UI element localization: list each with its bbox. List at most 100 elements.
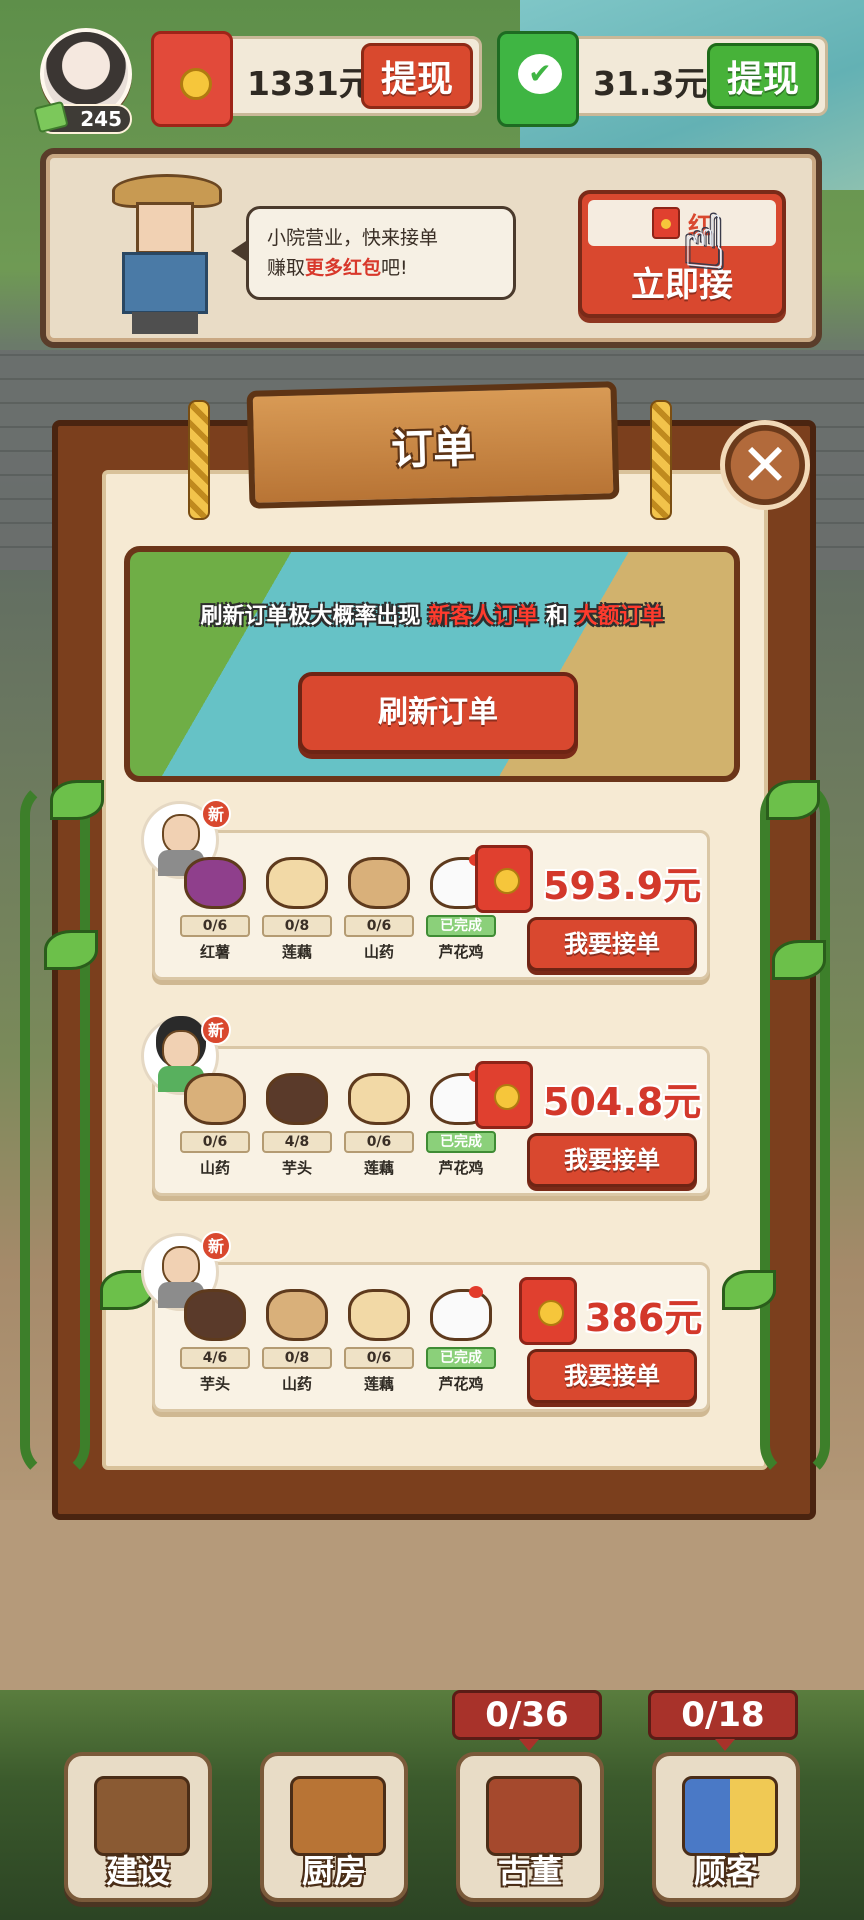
lotus-root-icon [348,1289,410,1341]
order-card: 新 0/6 红薯 0/8 莲藕 0/6 山药 已完成 芦花鸡 593.9元 我要… [141,799,710,980]
order-card: 新 0/6 山药 4/8 芋头 0/6 莲藕 已完成 芦花鸡 504.8元 我要… [141,1015,710,1196]
accept-order-button[interactable]: 我要接单 [527,1133,697,1187]
order-reward: 504.8元 [543,1080,702,1124]
taro-icon [184,1289,246,1341]
wechat-icon [497,31,579,127]
order-panel-title: 订单 [390,422,476,474]
ingredient: 4/8 芋头 [259,1073,335,1178]
red-packet-withdraw-button[interactable]: 提现 [361,43,473,109]
ingredient-name: 莲藕 [281,943,312,961]
ingredient-name: 芋头 [199,1375,230,1393]
red-packet-balance: 1331元 [247,64,372,103]
ingredient: 0/8 莲藕 [259,857,335,962]
speech-line-2: 赚取更多红包吧! [267,257,408,279]
ingredient-name: 莲藕 [363,1159,394,1177]
ingredient-progress: 4/8 [262,1131,332,1153]
ingredient: 0/6 莲藕 [341,1073,417,1178]
background-ground [0,1500,864,1700]
ingredient-name: 山药 [281,1375,312,1393]
cash-icon [33,100,69,134]
leaf-icon [766,780,820,820]
leaf-icon [44,930,98,970]
ingredient: 4/6 芋头 [177,1289,253,1394]
customer-count-badge: 0/18 [648,1690,798,1751]
ingredient-name: 芦花鸡 [438,1159,484,1177]
order-card: 新 4/6 芋头 0/8 山药 0/6 莲藕 已完成 芦花鸡 386元 我要接单 [141,1231,710,1412]
nav-customer[interactable]: 顾客 [652,1752,800,1902]
order-title-plank: 订单 [246,381,620,509]
red-packet-icon [519,1277,577,1345]
customers-icon [682,1776,778,1856]
farmer-icon [102,174,232,334]
antique-count-badge: 0/36 [452,1690,602,1751]
ingredient-name: 芋头 [281,1159,312,1177]
pointing-hand-icon: ☝ [682,200,728,286]
ingredient: 0/6 莲藕 [341,1289,417,1394]
new-badge: 新 [201,799,231,829]
nav-label: 古董 [497,1852,562,1890]
order-reward: 386元 [585,1296,703,1340]
close-icon[interactable]: ✕ [720,420,810,510]
order-reward: 593.9元 [543,864,702,908]
wechat-wallet: 31.3元 提现 [497,31,828,127]
ingredient-progress: 4/6 [180,1347,250,1369]
cooking-pot-icon [290,1776,386,1856]
nav-label: 厨房 [301,1852,366,1890]
yam-icon [266,1289,328,1341]
ingredient: 0/6 山药 [177,1073,253,1178]
vine-decoration [20,780,90,1480]
toolbox-icon [94,1776,190,1856]
ingredient: 0/8 山药 [259,1289,335,1394]
chicken-icon [430,1286,492,1341]
hanging-rope [188,400,210,520]
refresh-promo-panel: 刷新订单极大概率出现 新客人订单 和 大额订单 刷新订单 [124,546,740,782]
ingredient: 0/6 山药 [341,857,417,962]
refresh-orders-button[interactable]: 刷新订单 [298,672,578,754]
nav-label: 建设 [105,1852,170,1890]
leaf-icon [772,940,826,980]
wechat-withdraw-button[interactable]: 提现 [707,43,819,109]
farmer-speech-bubble: 小院营业，快来接单 赚取更多红包吧! [231,206,516,300]
ingredient-progress: 0/8 [262,1347,332,1369]
ingredient-name: 芦花鸡 [438,1375,484,1393]
nav-build[interactable]: 建设 [64,1752,212,1902]
ingredient-progress: 0/6 [344,1347,414,1369]
lotus-root-icon [266,857,328,909]
ingredient-progress: 0/6 [344,1131,414,1153]
yam-icon [184,1073,246,1125]
ingredient-progress: 0/6 [344,915,414,937]
yam-icon [348,857,410,909]
sweet-potato-icon [184,857,246,909]
red-packet-icon [475,845,533,913]
red-packet-icon [475,1061,533,1129]
red-packet-wallet: 1331元 提现 [151,31,482,127]
red-packet-icon [652,207,680,239]
vine-decoration [760,780,830,1480]
leaf-icon [50,780,104,820]
accept-order-button[interactable]: 我要接单 [527,917,697,971]
ingredient-progress: 已完成 [426,1131,496,1153]
hanging-rope [650,400,672,520]
ingredient-name: 山药 [199,1159,230,1177]
accept-order-button[interactable]: 我要接单 [527,1349,697,1403]
new-badge: 新 [201,1015,231,1045]
ingredient-progress: 已完成 [426,915,496,937]
ingredient-name: 山药 [363,943,394,961]
ingredient: 0/6 红薯 [177,857,253,962]
nav-antique[interactable]: 古董 [456,1752,604,1902]
lotus-root-icon [348,1073,410,1125]
leaf-icon [722,1270,776,1310]
ingredient-progress: 0/6 [180,915,250,937]
wechat-balance: 31.3元 [593,64,708,103]
ingredient-name: 红薯 [199,943,230,961]
ingredient-progress: 0/6 [180,1131,250,1153]
red-packet-icon [151,31,233,127]
ingredient-name: 莲藕 [363,1375,394,1393]
nav-label: 顾客 [693,1852,758,1890]
nav-kitchen[interactable]: 厨房 [260,1752,408,1902]
new-badge: 新 [201,1231,231,1261]
speech-line-1: 小院营业，快来接单 [267,227,439,249]
promo-text: 刷新订单极大概率出现 新客人订单 和 大额订单 [200,604,664,629]
ingredient-progress: 已完成 [426,1347,496,1369]
coin-count: 245 [80,107,122,131]
